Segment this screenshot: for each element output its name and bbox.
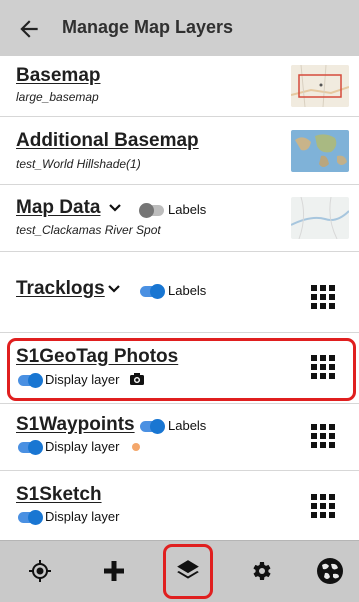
layer-title[interactable]: S1Waypoints xyxy=(16,414,135,436)
bottom-navigation xyxy=(0,540,359,602)
grid-menu-icon[interactable] xyxy=(311,285,335,309)
chevron-down-icon[interactable] xyxy=(108,282,120,297)
labels-toggle-label: Labels xyxy=(168,418,207,433)
display-layer-toggle[interactable] xyxy=(18,440,43,455)
map-data-thumbnail[interactable] xyxy=(291,197,349,239)
settings-icon[interactable] xyxy=(245,555,277,587)
layer-row-s1sketch[interactable]: S1Sketch Display layer xyxy=(0,471,359,540)
back-arrow-icon[interactable] xyxy=(16,16,42,42)
layer-title[interactable]: S1Sketch xyxy=(16,484,102,506)
layer-subtitle: test_World Hillshade(1) xyxy=(16,157,141,171)
display-layer-toggle[interactable] xyxy=(18,510,43,525)
layer-row-tracklogs[interactable]: Tracklogs Labels xyxy=(0,252,359,333)
highlight-box xyxy=(7,338,356,401)
waypoint-color-dot xyxy=(132,443,140,451)
labels-toggle[interactable] xyxy=(140,419,165,434)
chevron-down-icon[interactable] xyxy=(109,201,121,216)
labels-toggle-label: Labels xyxy=(168,283,207,298)
page-title: Manage Map Layers xyxy=(62,17,234,37)
layer-title[interactable]: Tracklogs xyxy=(16,278,105,300)
display-layer-label: Display layer xyxy=(45,439,120,454)
labels-toggle[interactable] xyxy=(140,284,165,299)
layer-subtitle: large_basemap xyxy=(16,90,99,104)
labels-toggle[interactable] xyxy=(139,203,164,218)
layer-title[interactable]: Additional Basemap xyxy=(16,130,199,152)
add-icon[interactable] xyxy=(98,555,130,587)
layer-title[interactable]: Basemap xyxy=(16,65,101,87)
display-layer-label: Display layer xyxy=(45,509,120,524)
world-hillshade-thumbnail[interactable] xyxy=(291,130,349,172)
layer-row-basemap[interactable]: Basemap large_basemap xyxy=(0,56,359,117)
highlight-box xyxy=(163,544,213,599)
app-header: Manage Map Layers xyxy=(0,0,359,56)
grid-menu-icon[interactable] xyxy=(311,424,335,448)
globe-icon[interactable] xyxy=(314,555,346,587)
gps-target-icon[interactable] xyxy=(24,555,56,587)
layer-row-map-data[interactable]: Map Data Labels test_Clackamas River Spo… xyxy=(0,185,359,252)
layer-row-s1waypoints[interactable]: S1Waypoints Labels Display layer xyxy=(0,404,359,471)
grid-menu-icon[interactable] xyxy=(311,494,335,518)
layer-row-additional-basemap[interactable]: Additional Basemap test_World Hillshade(… xyxy=(0,117,359,185)
basemap-thumbnail[interactable] xyxy=(291,65,349,107)
layer-title[interactable]: Map Data xyxy=(16,197,100,219)
layer-subtitle: test_Clackamas River Spot xyxy=(16,223,161,237)
labels-toggle-label: Labels xyxy=(168,202,207,217)
